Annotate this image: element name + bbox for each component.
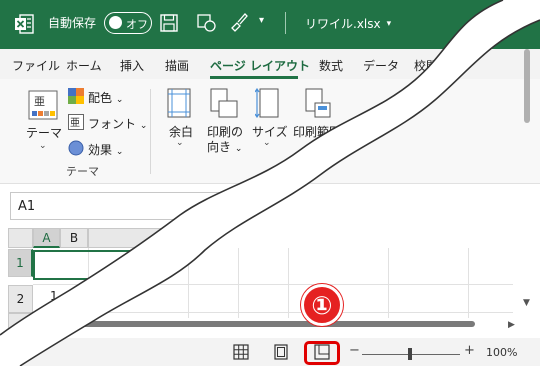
orientation-label: 向き ⌄ [207, 138, 242, 155]
row-header-2[interactable]: 2 [8, 285, 33, 313]
themes-icon: 亜 [28, 90, 58, 120]
title-bar: 自動保存 オフ ▾ リワイル.xlsx ▾ [0, 0, 540, 49]
orientation-icon [210, 88, 238, 118]
group-label-theme: テーマ [66, 165, 99, 178]
chevron-down-icon: ⌄ [234, 144, 243, 154]
effects-icon [68, 140, 84, 156]
chevron-down-icon: ▾ [386, 18, 392, 29]
worksheet-grid: A B 1 2 3 1 [0, 228, 540, 341]
gridline [188, 248, 189, 318]
scroll-right-icon[interactable]: ▶ [508, 320, 515, 330]
chevron-down-icon: ⌄ [39, 141, 47, 151]
tab-insert[interactable]: 挿入 [120, 57, 144, 74]
size-icon [255, 88, 279, 118]
chevron-down-icon: ⌄ [139, 121, 148, 131]
fonts-text: フォント [88, 117, 137, 131]
ribbon: 亜 テーマ ⌄ 配色 ⌄ 亜 フォント ⌄ 効果 ⌄ テーマ 余白 ⌄ 印刷の … [0, 79, 540, 184]
name-box[interactable]: A1 ⌄ [10, 192, 232, 220]
tab-home[interactable]: ホーム [66, 57, 102, 74]
select-all-corner[interactable] [8, 228, 33, 248]
gridline [288, 248, 289, 318]
horizontal-scrollbar[interactable] [35, 321, 475, 327]
toggle-label: オフ [126, 18, 148, 31]
file-name[interactable]: リワイル.xlsx ▾ [305, 15, 391, 32]
gridline [33, 312, 513, 313]
status-bar [0, 338, 540, 366]
selected-cell-a1[interactable] [33, 250, 153, 280]
scroll-down-icon[interactable]: ▼ [523, 298, 530, 308]
gridline [33, 284, 513, 285]
font-icon: 亜 [68, 114, 84, 130]
vertical-scrollbar[interactable] [524, 49, 530, 123]
column-header[interactable] [88, 228, 188, 248]
themes-label: テーマ [26, 126, 63, 140]
file-name-text: リワイル.xlsx [305, 17, 381, 31]
page-layout-view-icon[interactable] [270, 343, 292, 361]
group-separator [150, 89, 151, 174]
print-area-icon [305, 88, 331, 118]
colors-text: 配色 [88, 91, 113, 105]
zoom-in-icon[interactable]: + [464, 343, 475, 358]
palette-icon [68, 88, 84, 104]
tab-data[interactable]: データ [363, 57, 399, 74]
title-separator [285, 12, 286, 34]
svg-text:亜: 亜 [34, 95, 45, 108]
column-header-a[interactable]: A [33, 228, 60, 248]
orientation-text: 向き [207, 140, 232, 154]
gridline [388, 248, 389, 318]
chevron-down-icon: ⌄ [176, 138, 184, 148]
effects-label: 効果 ⌄ [88, 141, 123, 158]
excel-icon [15, 14, 34, 34]
chevron-down-icon: ⌄ [115, 95, 124, 105]
tab-page-layout[interactable]: ページ レイアウト [210, 57, 310, 74]
tab-file[interactable]: ファイル [12, 57, 60, 74]
autosave-toggle[interactable]: オフ [104, 12, 152, 34]
save-icon[interactable] [160, 14, 178, 32]
shape-icon[interactable] [197, 14, 217, 32]
step-number-badge: ① [301, 284, 343, 326]
highlight-frame [304, 341, 340, 365]
print-area-label: 印刷範囲 [293, 125, 342, 139]
normal-view-icon[interactable] [230, 343, 252, 361]
svg-text:亜: 亜 [70, 118, 80, 129]
qat-customize-icon[interactable]: ▾ [259, 15, 264, 26]
tab-formulas[interactable]: 数式 [319, 57, 343, 74]
tab-review[interactable]: 校閲 [414, 57, 438, 74]
step-number: ① [311, 290, 333, 320]
chevron-down-icon[interactable]: ⌄ [218, 200, 226, 211]
ribbon-tabs: ファイル ホーム 挿入 描画 ページ レイアウト 数式 データ 校閲 [0, 49, 540, 79]
chevron-down-icon: ⌄ [115, 147, 124, 157]
margins-icon [167, 88, 191, 118]
effects-text: 効果 [88, 143, 113, 157]
chevron-down-icon: ⌄ [263, 138, 271, 148]
fonts-label: フォント ⌄ [88, 115, 147, 132]
row-header-3[interactable]: 3 [8, 313, 33, 341]
column-header-b[interactable]: B [60, 228, 88, 248]
zoom-out-icon[interactable]: − [349, 343, 360, 358]
zoom-slider-thumb[interactable] [408, 348, 412, 360]
tab-draw[interactable]: 描画 [165, 57, 189, 74]
zoom-level[interactable]: 100% [486, 346, 517, 359]
brush-icon[interactable] [228, 12, 248, 32]
row-header-1[interactable]: 1 [8, 249, 33, 277]
gridline [468, 248, 469, 318]
toggle-knob [109, 16, 122, 29]
cell-a2-value[interactable]: 1 [50, 289, 58, 303]
colors-label: 配色 ⌄ [88, 89, 123, 106]
gridline [238, 248, 239, 318]
autosave-label: 自動保存 [48, 16, 97, 30]
name-box-value: A1 [18, 199, 36, 214]
